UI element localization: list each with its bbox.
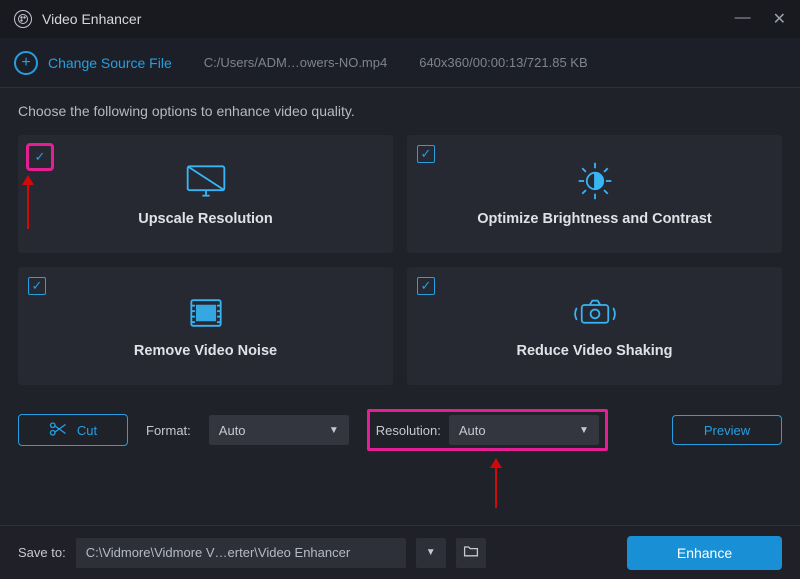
app-title: Video Enhancer bbox=[42, 11, 141, 27]
resolution-label: Resolution: bbox=[376, 423, 441, 438]
plus-icon: + bbox=[14, 51, 38, 75]
chevron-down-icon: ▼ bbox=[329, 425, 339, 436]
option-title: Reduce Video Shaking bbox=[516, 343, 672, 359]
monitor-upscale-icon bbox=[183, 161, 229, 201]
source-file-meta: 640x360/00:00:13/721.85 KB bbox=[419, 55, 587, 70]
open-folder-button[interactable] bbox=[456, 538, 486, 568]
cut-button[interactable]: Cut bbox=[18, 414, 128, 446]
enhance-options-grid: ✓ Upscale Resolution ✓ bbox=[18, 135, 782, 385]
option-brightness-contrast[interactable]: ✓ Optimize Brightness and Contrast bbox=[407, 135, 782, 253]
folder-icon bbox=[463, 544, 479, 561]
option-remove-noise[interactable]: ✓ Remove Video Noise bbox=[18, 267, 393, 385]
change-source-label: Change Source File bbox=[48, 55, 172, 71]
scissors-icon bbox=[49, 421, 67, 440]
resolution-group-highlight: Resolution: Auto ▼ bbox=[367, 409, 608, 451]
enhance-label: Enhance bbox=[677, 545, 732, 561]
camera-shake-icon bbox=[572, 293, 618, 333]
save-to-label: Save to: bbox=[18, 545, 66, 560]
resolution-value: Auto bbox=[459, 423, 486, 438]
brightness-icon bbox=[572, 161, 618, 201]
annotation-arrow-icon bbox=[495, 466, 497, 508]
resolution-dropdown[interactable]: Auto ▼ bbox=[449, 415, 599, 445]
preview-label: Preview bbox=[704, 423, 750, 438]
option-title: Optimize Brightness and Contrast bbox=[477, 211, 711, 227]
save-to-dropdown-button[interactable]: ▼ bbox=[416, 538, 446, 568]
save-to-path-value: C:\Vidmore\Vidmore V…erter\Video Enhance… bbox=[86, 545, 350, 560]
option-checkbox[interactable]: ✓ bbox=[28, 277, 46, 295]
change-source-button[interactable]: + Change Source File bbox=[14, 51, 172, 75]
option-reduce-shaking[interactable]: ✓ Reduce Video Shaking bbox=[407, 267, 782, 385]
format-value: Auto bbox=[219, 423, 246, 438]
window-titlebar: Video Enhancer — ✕ bbox=[0, 0, 800, 38]
bottom-bar: Save to: C:\Vidmore\Vidmore V…erter\Vide… bbox=[0, 525, 800, 579]
preview-button[interactable]: Preview bbox=[672, 415, 782, 445]
format-dropdown[interactable]: Auto ▼ bbox=[209, 415, 349, 445]
main-panel: Choose the following options to enhance … bbox=[0, 88, 800, 523]
option-checkbox[interactable]: ✓ bbox=[417, 145, 435, 163]
save-to-path-field[interactable]: C:\Vidmore\Vidmore V…erter\Video Enhance… bbox=[76, 538, 406, 568]
cut-label: Cut bbox=[77, 423, 97, 438]
option-title: Remove Video Noise bbox=[134, 343, 277, 359]
close-button[interactable]: ✕ bbox=[773, 9, 786, 29]
film-noise-icon bbox=[183, 293, 229, 333]
palette-icon bbox=[14, 10, 32, 28]
minimize-button[interactable]: — bbox=[735, 9, 751, 29]
instruction-text: Choose the following options to enhance … bbox=[18, 103, 782, 119]
controls-row: Cut Format: Auto ▼ Resolution: Auto ▼ Pr… bbox=[18, 409, 782, 451]
source-toolbar: + Change Source File C:/Users/ADM…owers-… bbox=[0, 38, 800, 88]
option-upscale-resolution[interactable]: ✓ Upscale Resolution bbox=[18, 135, 393, 253]
source-file-path: C:/Users/ADM…owers-NO.mp4 bbox=[204, 55, 387, 70]
format-label: Format: bbox=[146, 423, 191, 438]
chevron-down-icon: ▼ bbox=[579, 425, 589, 436]
option-checkbox[interactable]: ✓ bbox=[28, 145, 52, 169]
option-checkbox[interactable]: ✓ bbox=[417, 277, 435, 295]
chevron-down-icon: ▼ bbox=[426, 547, 436, 558]
option-title: Upscale Resolution bbox=[138, 211, 273, 227]
enhance-button[interactable]: Enhance bbox=[627, 536, 782, 570]
